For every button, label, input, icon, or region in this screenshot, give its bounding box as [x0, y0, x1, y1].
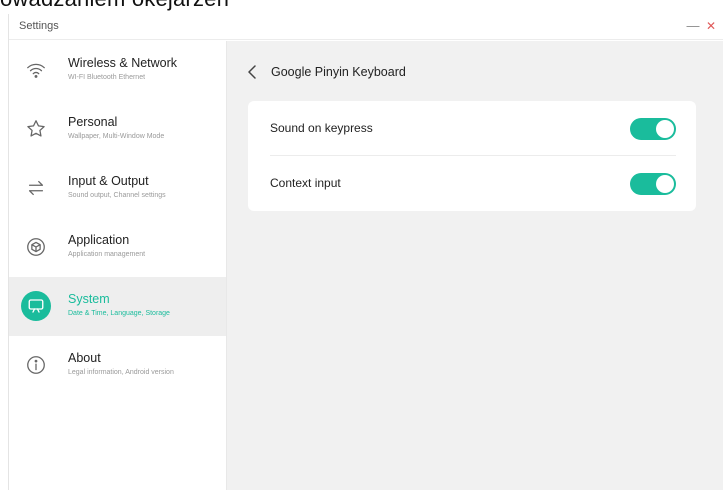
back-button[interactable]: Google Pinyin Keyboard: [247, 61, 406, 83]
sidebar-item-label: Input & Output: [68, 174, 149, 188]
setting-row-context-input: Context input: [270, 156, 676, 211]
sidebar-item-about[interactable]: About Legal information, Android version: [9, 336, 226, 395]
context-input-toggle[interactable]: [630, 173, 676, 195]
title-bar: Settings — ✕: [9, 14, 723, 40]
sidebar-item-subtitle: Date & Time, Language, Storage: [68, 310, 170, 317]
swap-arrows-icon: [21, 173, 51, 203]
monitor-icon: [21, 291, 51, 321]
sidebar-item-subtitle: Sound output, Channel settings: [68, 192, 166, 199]
chevron-left-icon: [247, 64, 257, 80]
sidebar-item-input-output[interactable]: Input & Output Sound output, Channel set…: [9, 159, 226, 218]
setting-label: Sound on keypress: [270, 121, 373, 135]
sidebar-item-application[interactable]: Application Application management: [9, 218, 226, 277]
close-button[interactable]: ✕: [703, 17, 719, 35]
settings-card: Sound on keypress Context input: [248, 101, 696, 211]
main-content: Google Pinyin Keyboard Sound on keypress…: [227, 41, 723, 490]
toggle-knob: [656, 175, 674, 193]
sidebar-item-subtitle: Wallpaper, Multi-Window Mode: [68, 133, 165, 140]
window-title: Settings: [19, 20, 59, 32]
sidebar-item-subtitle: WI-FI Bluetooth Ethernet: [68, 74, 146, 81]
cropped-overlay-text: owadzaniem okejarzeń: [0, 0, 229, 12]
sidebar-item-wireless-network[interactable]: Wireless & Network WI-FI Bluetooth Ether…: [9, 41, 226, 100]
sidebar: Wireless & Network WI-FI Bluetooth Ether…: [9, 41, 227, 490]
sidebar-item-subtitle: Application management: [68, 251, 146, 258]
sidebar-item-subtitle: Legal information, Android version: [68, 369, 174, 376]
star-icon: [21, 114, 51, 144]
settings-window: Settings — ✕ Wireless & Network WI-FI Bl…: [8, 14, 723, 490]
info-icon: [21, 350, 51, 380]
minimize-button[interactable]: —: [685, 17, 701, 35]
setting-label: Context input: [270, 176, 341, 190]
wifi-icon: [21, 55, 51, 85]
toggle-knob: [656, 120, 674, 138]
cube-icon: [21, 232, 51, 262]
sidebar-item-label: About: [68, 351, 101, 365]
sidebar-item-personal[interactable]: Personal Wallpaper, Multi-Window Mode: [9, 100, 226, 159]
sidebar-item-label: Wireless & Network: [68, 56, 178, 70]
sidebar-item-system[interactable]: System Date & Time, Language, Storage: [9, 277, 226, 336]
sound-on-keypress-toggle[interactable]: [630, 118, 676, 140]
setting-row-sound-on-keypress: Sound on keypress: [270, 101, 676, 156]
page-title: Google Pinyin Keyboard: [271, 65, 406, 79]
sidebar-item-label: Application: [68, 233, 130, 247]
sidebar-item-label: Personal: [68, 115, 118, 129]
sidebar-item-label: System: [68, 292, 110, 306]
